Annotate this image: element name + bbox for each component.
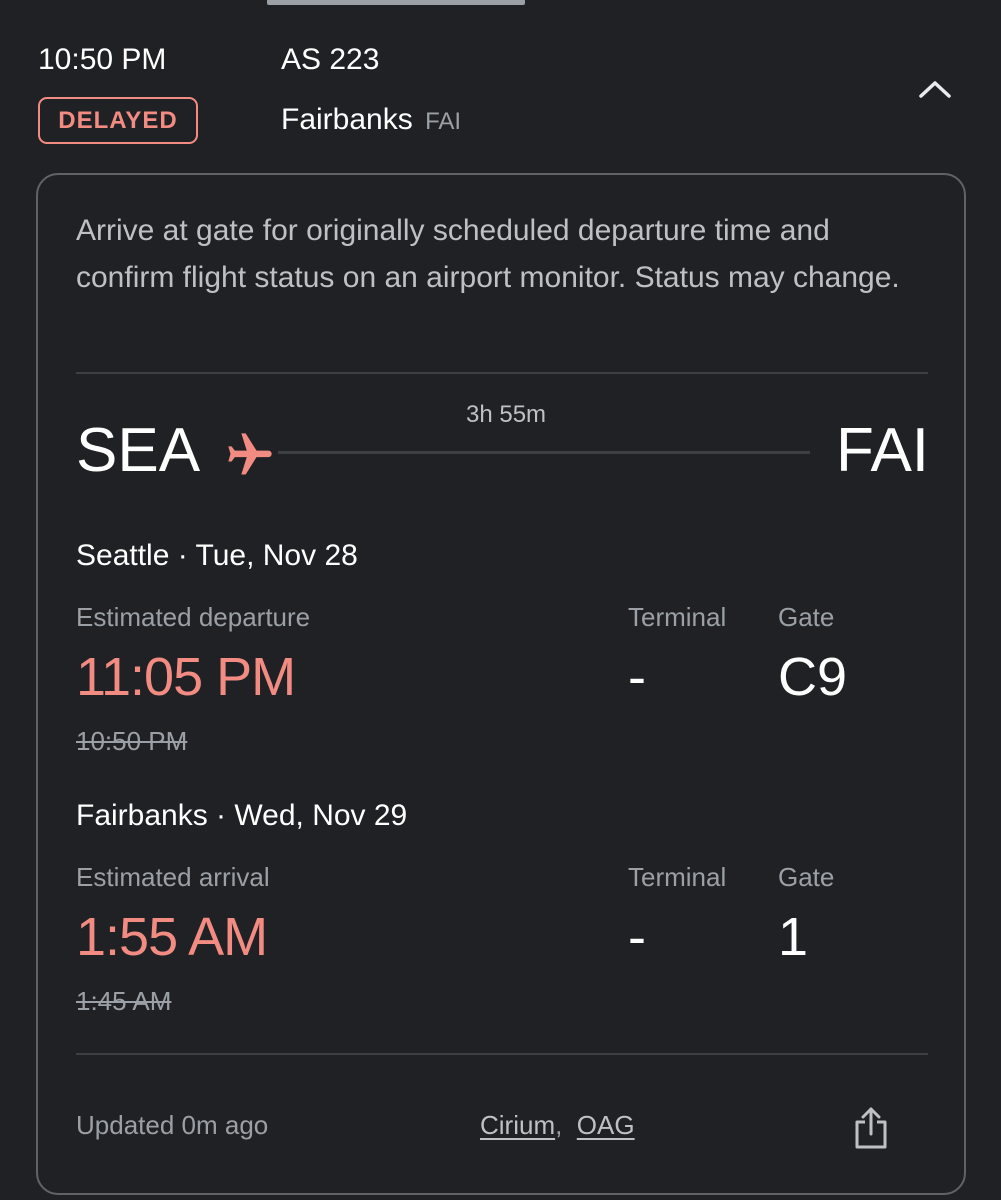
data-sources: Cirium, OAG (480, 1110, 635, 1141)
status-badge: DELAYED (38, 97, 198, 144)
share-button[interactable] (844, 1101, 898, 1155)
share-icon (855, 1107, 887, 1149)
arrival-estimated-time: 1:55 AM (76, 907, 268, 967)
cirium-link[interactable]: Cirium (480, 1110, 555, 1140)
arrival-time-label: Estimated arrival (76, 862, 270, 892)
destination-code: FAI (425, 108, 462, 135)
collapse-button[interactable] (912, 66, 958, 112)
scheduled-time: 10:50 PM (38, 43, 167, 76)
departure-city-date: Seattle · Tue, Nov 28 (76, 539, 358, 572)
departure-gate-label: Gate (778, 602, 835, 632)
departure-time-label: Estimated departure (76, 602, 311, 632)
airplane-icon (228, 433, 272, 475)
arrival-gate-label: Gate (778, 862, 835, 892)
departure-gate: C9 (778, 647, 848, 707)
departure-terminal: - (628, 647, 646, 707)
divider (76, 1053, 928, 1055)
departure-original-time: 10:50 PM (76, 726, 188, 756)
divider (76, 372, 928, 374)
flight-duration: 3h 55m (466, 401, 547, 428)
delay-notice: Arrive at gate for originally scheduled … (76, 214, 900, 294)
arrival-terminal-label: Terminal (628, 862, 727, 892)
destination-code-large: FAI (836, 416, 930, 485)
drag-handle[interactable] (267, 0, 525, 5)
route-line (278, 451, 810, 454)
flight-status-page: 10:50 PM AS 223 DELAYED Fairbanks FAI Ar… (0, 0, 1001, 1200)
oag-link[interactable]: OAG (577, 1110, 635, 1140)
arrival-terminal: - (628, 907, 646, 967)
chevron-up-icon (919, 81, 951, 98)
destination-city: Fairbanks (281, 103, 413, 136)
last-updated: Updated 0m ago (76, 1110, 269, 1140)
flight-number: AS 223 (281, 43, 380, 76)
arrival-city-date: Fairbanks · Wed, Nov 29 (76, 799, 408, 832)
departure-terminal-label: Terminal (628, 602, 727, 632)
arrival-gate: 1 (778, 907, 809, 967)
origin-code: SEA (76, 416, 201, 485)
arrival-original-time: 1:45 AM (76, 986, 172, 1016)
departure-estimated-time: 11:05 PM (76, 647, 296, 707)
destination-header: Fairbanks FAI (281, 103, 461, 137)
source-separator: , (555, 1110, 563, 1140)
flight-details-card: Arrive at gate for originally scheduled … (36, 173, 966, 1195)
